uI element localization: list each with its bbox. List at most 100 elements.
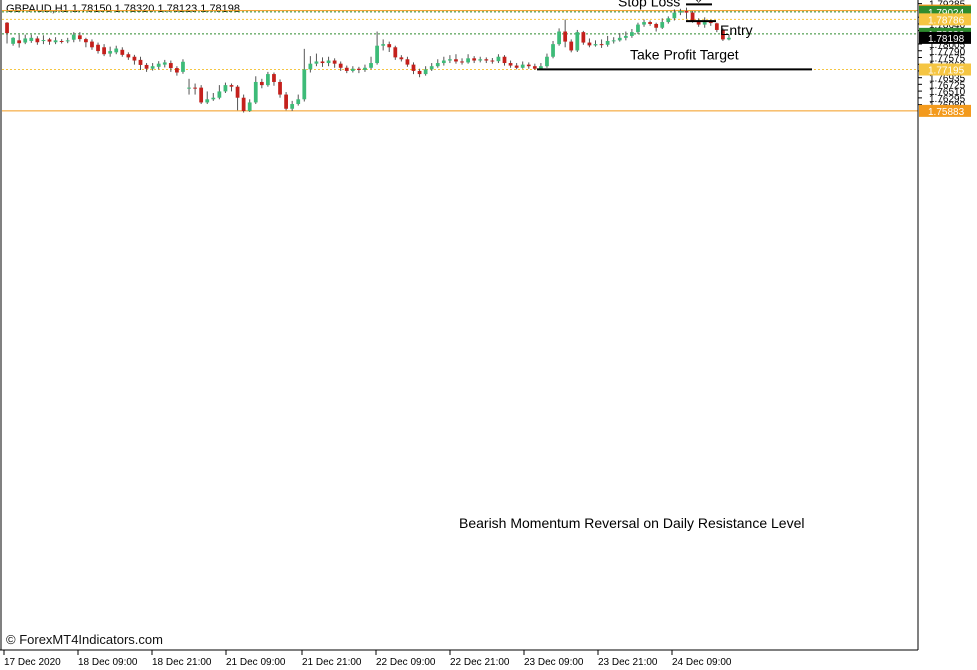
bear-candle <box>472 58 477 61</box>
bull-candle <box>187 87 191 89</box>
bull-candle <box>223 85 228 92</box>
price-badge-label: 1.78198 <box>928 34 965 45</box>
bear-candle <box>344 67 349 71</box>
bear-candle <box>690 12 695 21</box>
price-chart[interactable]: Stop Loss ⇩ Entry Take Profit Target Bearish… <box>0 0 977 670</box>
bear-candle <box>272 74 276 82</box>
bear-candle <box>193 87 197 89</box>
bear-candle <box>199 87 204 103</box>
bear-candle <box>17 40 22 44</box>
x-tick-label: 24 Dec 09:00 <box>672 657 732 668</box>
take-profit-label: Take Profit Target <box>630 46 739 62</box>
bull-candle <box>205 99 210 103</box>
bull-candle <box>375 45 379 64</box>
bear-candle <box>599 44 604 46</box>
bear-candle <box>138 59 143 65</box>
bear-candle <box>338 63 343 68</box>
bear-candle <box>144 64 149 69</box>
bull-candle <box>302 69 307 100</box>
price-badge-label: 1.78786 <box>928 15 965 26</box>
bull-candle <box>605 40 610 45</box>
bear-candle <box>411 64 416 71</box>
bear-candle <box>132 56 137 61</box>
bear-candle <box>284 94 288 109</box>
bear-candle <box>514 65 519 68</box>
bear-candle <box>714 23 719 30</box>
bull-candle <box>71 34 76 40</box>
bull-candle <box>156 63 161 67</box>
bull-candle <box>423 69 428 75</box>
bull-candle <box>611 40 616 42</box>
annotations: Stop Loss ⇩ Entry Take Profit Target Bearish… <box>459 0 812 531</box>
bull-candle <box>108 51 113 54</box>
bear-candle <box>484 59 489 61</box>
bull-candle <box>466 58 470 63</box>
candlesticks <box>5 7 731 113</box>
bull-candle <box>557 31 561 45</box>
bear-candle <box>393 47 398 58</box>
x-tick-label: 18 Dec 21:00 <box>152 657 212 668</box>
x-tick-label: 21 Dec 21:00 <box>302 657 362 668</box>
axes: 1.792851.788551.786401.784301.780051.777… <box>0 0 966 668</box>
bull-candle <box>369 63 373 68</box>
bull-candle <box>150 66 155 69</box>
x-tick-label: 23 Dec 09:00 <box>524 657 584 668</box>
bull-candle <box>296 99 301 105</box>
bear-candle <box>120 49 125 55</box>
bull-candle <box>478 59 483 61</box>
bear-candle <box>320 61 325 64</box>
price-badge-label: 1.75883 <box>928 107 965 118</box>
bear-candle <box>168 63 173 69</box>
bull-candle <box>551 44 555 57</box>
bull-candle <box>53 40 58 43</box>
x-tick-label: 18 Dec 09:00 <box>78 657 138 668</box>
bear-candle <box>5 22 9 34</box>
bull-candle <box>630 32 634 36</box>
watermark: © ForexMT4Indicators.com <box>6 632 163 647</box>
x-tick-label: 23 Dec 21:00 <box>598 657 658 668</box>
bear-candle <box>35 38 40 43</box>
bull-candle <box>217 91 222 98</box>
bear-candle <box>102 47 106 55</box>
bull-candle <box>660 22 665 28</box>
bull-candle <box>290 104 295 109</box>
x-tick-label: 21 Dec 09:00 <box>226 657 286 668</box>
bear-candle <box>648 22 652 24</box>
bull-candle <box>114 48 119 53</box>
bear-candle <box>259 81 264 86</box>
bear-candle <box>460 61 464 63</box>
bear-candle <box>454 59 458 62</box>
bear-candle <box>332 60 337 64</box>
bear-candle <box>526 64 531 67</box>
bull-candle <box>593 44 598 46</box>
bull-candle <box>314 61 319 64</box>
bull-candle <box>441 60 446 64</box>
bull-candle <box>65 40 70 42</box>
bull-candle <box>623 35 628 38</box>
bear-candle <box>84 39 88 43</box>
price-badge-label: 1.77195 <box>928 66 965 77</box>
bull-candle <box>496 56 501 62</box>
bear-candle <box>563 31 568 42</box>
bear-candle <box>684 11 689 13</box>
bear-candle <box>654 23 659 28</box>
bull-candle <box>253 81 258 103</box>
bull-candle <box>308 63 313 70</box>
x-tick-label: 17 Dec 2020 <box>4 657 61 668</box>
bull-candle <box>539 66 543 69</box>
bull-candle <box>545 56 549 67</box>
bull-candle <box>617 37 622 41</box>
entry-label: Entry <box>720 22 753 38</box>
bear-candle <box>532 66 537 69</box>
bear-candle <box>508 63 513 66</box>
bull-candle <box>678 11 683 13</box>
bear-candle <box>126 54 131 58</box>
bull-candle <box>350 68 355 71</box>
bull-candle <box>672 12 677 19</box>
bear-candle <box>581 32 586 43</box>
bear-candle <box>235 86 240 98</box>
bull-candle <box>435 63 440 67</box>
bear-candle <box>278 81 282 95</box>
bull-candle <box>520 64 525 68</box>
bear-candle <box>490 60 495 62</box>
